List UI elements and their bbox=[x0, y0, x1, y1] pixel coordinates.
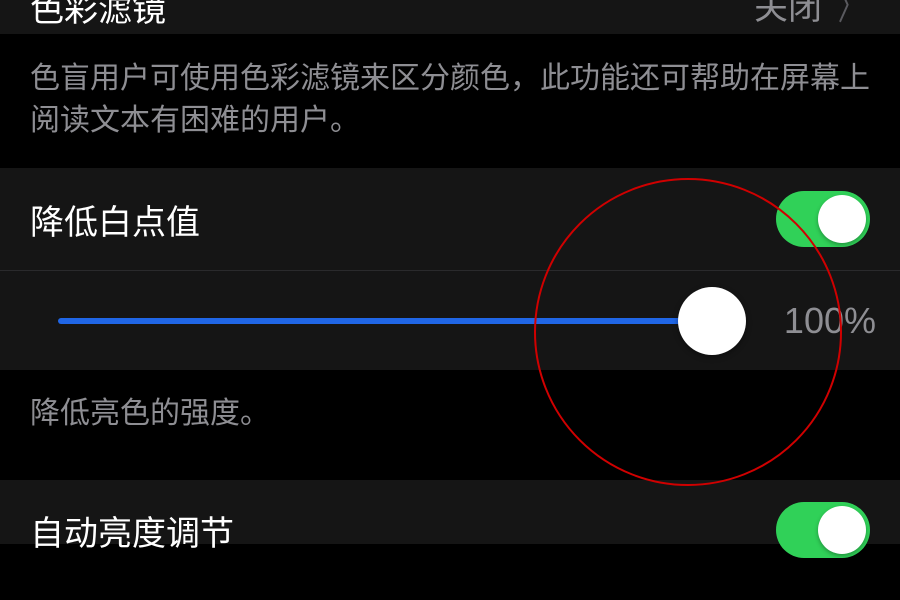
reduce-whitepoint-toggle[interactable] bbox=[776, 191, 870, 247]
toggle-knob bbox=[818, 506, 866, 554]
auto-brightness-label: 自动亮度调节 bbox=[30, 506, 234, 555]
whitepoint-slider-row: 100% bbox=[0, 270, 900, 370]
slider-thumb[interactable] bbox=[678, 287, 746, 355]
chevron-right-icon: 〉 bbox=[838, 0, 865, 17]
whitepoint-slider[interactable] bbox=[58, 318, 712, 324]
color-filter-description-block: 色盲用户可使用色彩滤镜来区分颜色，此功能还可帮助在屏幕上阅读文本有困难的用户。 bbox=[0, 34, 900, 168]
color-filter-status: 关闭 bbox=[754, 0, 822, 22]
color-filter-row[interactable]: 色彩滤镜 关闭 〉 bbox=[0, 0, 900, 34]
color-filter-description: 色盲用户可使用色彩滤镜来区分颜色，此功能还可帮助在屏幕上阅读文本有困难的用户。 bbox=[30, 58, 870, 142]
color-filter-right: 关闭 〉 bbox=[754, 0, 870, 22]
whitepoint-description-block: 降低亮色的强度。 bbox=[0, 370, 900, 480]
toggle-knob bbox=[818, 195, 866, 243]
auto-brightness-toggle[interactable] bbox=[776, 502, 870, 558]
whitepoint-description: 降低亮色的强度。 bbox=[30, 388, 870, 432]
auto-brightness-row: 自动亮度调节 bbox=[0, 480, 900, 544]
reduce-whitepoint-row: 降低白点值 bbox=[0, 168, 900, 270]
whitepoint-slider-value: 100% bbox=[760, 300, 876, 342]
color-filter-label: 色彩滤镜 bbox=[30, 0, 166, 24]
reduce-whitepoint-label: 降低白点值 bbox=[30, 195, 200, 244]
